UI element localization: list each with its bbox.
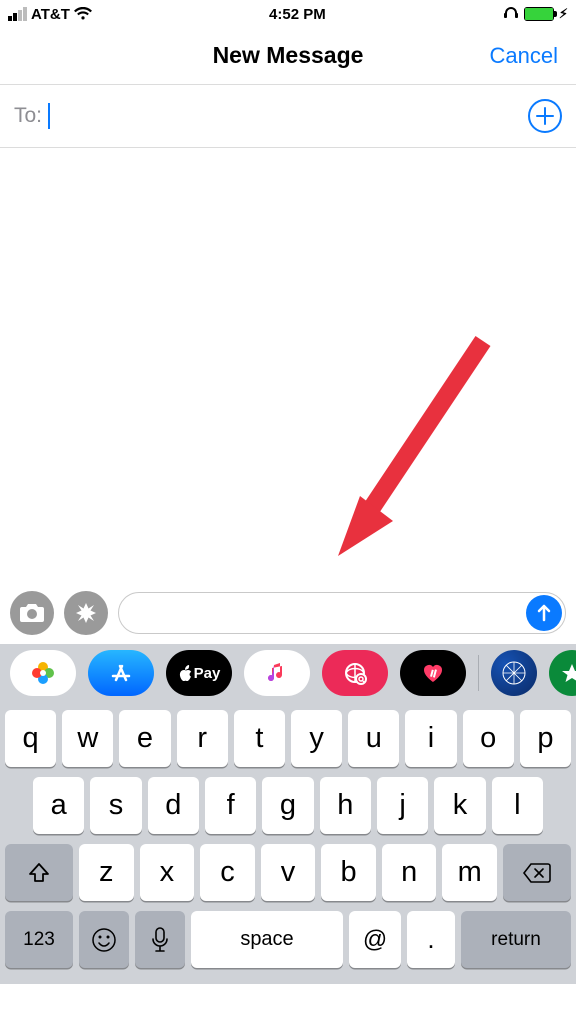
key-b[interactable]: b bbox=[321, 844, 376, 901]
carrier-label: AT&T bbox=[31, 6, 70, 23]
imessage-app-strip[interactable]: Pay bbox=[0, 644, 576, 702]
app-applepay[interactable]: Pay bbox=[166, 650, 232, 696]
page-title: New Message bbox=[213, 42, 364, 69]
key-q[interactable]: q bbox=[5, 710, 56, 767]
app-divider bbox=[478, 655, 479, 691]
key-h[interactable]: h bbox=[320, 777, 371, 834]
numbers-key[interactable]: 123 bbox=[5, 911, 73, 968]
key-p[interactable]: p bbox=[520, 710, 571, 767]
period-key[interactable]: . bbox=[407, 911, 455, 968]
key-i[interactable]: i bbox=[405, 710, 456, 767]
key-g[interactable]: g bbox=[262, 777, 313, 834]
key-v[interactable]: v bbox=[261, 844, 316, 901]
app-extra-2[interactable] bbox=[549, 650, 576, 696]
headphones-icon bbox=[503, 5, 519, 23]
status-right: ⚡︎ bbox=[503, 5, 568, 23]
status-bar: AT&T 4:52 PM ⚡︎ bbox=[0, 0, 576, 28]
signal-strength-icon bbox=[8, 7, 27, 21]
annotation-arrow-icon bbox=[338, 336, 498, 556]
key-k[interactable]: k bbox=[434, 777, 485, 834]
nav-bar: New Message Cancel bbox=[0, 28, 576, 84]
wifi-icon bbox=[74, 7, 92, 21]
key-j[interactable]: j bbox=[377, 777, 428, 834]
key-l[interactable]: l bbox=[492, 777, 543, 834]
emoji-key[interactable] bbox=[79, 911, 129, 968]
at-key[interactable]: @ bbox=[349, 911, 401, 968]
app-photos[interactable] bbox=[10, 650, 76, 696]
to-input[interactable] bbox=[48, 103, 50, 129]
app-extra-1[interactable] bbox=[491, 650, 537, 696]
message-input[interactable] bbox=[118, 592, 566, 634]
backspace-key[interactable] bbox=[503, 844, 571, 901]
send-button[interactable] bbox=[526, 595, 562, 631]
app-images-gif[interactable] bbox=[322, 650, 388, 696]
key-e[interactable]: e bbox=[119, 710, 170, 767]
camera-button[interactable] bbox=[10, 591, 54, 635]
to-label: To: bbox=[14, 104, 42, 128]
status-left: AT&T bbox=[8, 6, 92, 23]
app-music[interactable] bbox=[244, 650, 310, 696]
key-y[interactable]: y bbox=[291, 710, 342, 767]
space-key[interactable]: space bbox=[191, 911, 343, 968]
key-f[interactable]: f bbox=[205, 777, 256, 834]
key-x[interactable]: x bbox=[140, 844, 195, 901]
to-field-row: To: bbox=[0, 84, 576, 148]
key-w[interactable]: w bbox=[62, 710, 113, 767]
key-t[interactable]: t bbox=[234, 710, 285, 767]
key-m[interactable]: m bbox=[442, 844, 497, 901]
apps-button[interactable] bbox=[64, 591, 108, 635]
charging-icon: ⚡︎ bbox=[559, 6, 568, 22]
key-u[interactable]: u bbox=[348, 710, 399, 767]
key-r[interactable]: r bbox=[177, 710, 228, 767]
return-key[interactable]: return bbox=[461, 911, 571, 968]
key-c[interactable]: c bbox=[200, 844, 255, 901]
battery-icon bbox=[524, 7, 554, 21]
key-z[interactable]: z bbox=[79, 844, 134, 901]
conversation-area bbox=[0, 148, 576, 588]
key-s[interactable]: s bbox=[90, 777, 141, 834]
key-d[interactable]: d bbox=[148, 777, 199, 834]
app-digitaltouch[interactable] bbox=[400, 650, 466, 696]
add-contact-button[interactable] bbox=[528, 99, 562, 133]
key-n[interactable]: n bbox=[382, 844, 437, 901]
cancel-button[interactable]: Cancel bbox=[490, 43, 558, 69]
key-a[interactable]: a bbox=[33, 777, 84, 834]
compose-bar bbox=[0, 588, 576, 644]
key-o[interactable]: o bbox=[463, 710, 514, 767]
clock-label: 4:52 PM bbox=[269, 6, 326, 23]
dictation-key[interactable] bbox=[135, 911, 185, 968]
app-appstore[interactable] bbox=[88, 650, 154, 696]
applepay-label: Pay bbox=[194, 665, 221, 682]
keyboard: qwertyuiop asdfghjkl zxcvbnm 123 space @… bbox=[0, 702, 576, 984]
shift-key[interactable] bbox=[5, 844, 73, 901]
